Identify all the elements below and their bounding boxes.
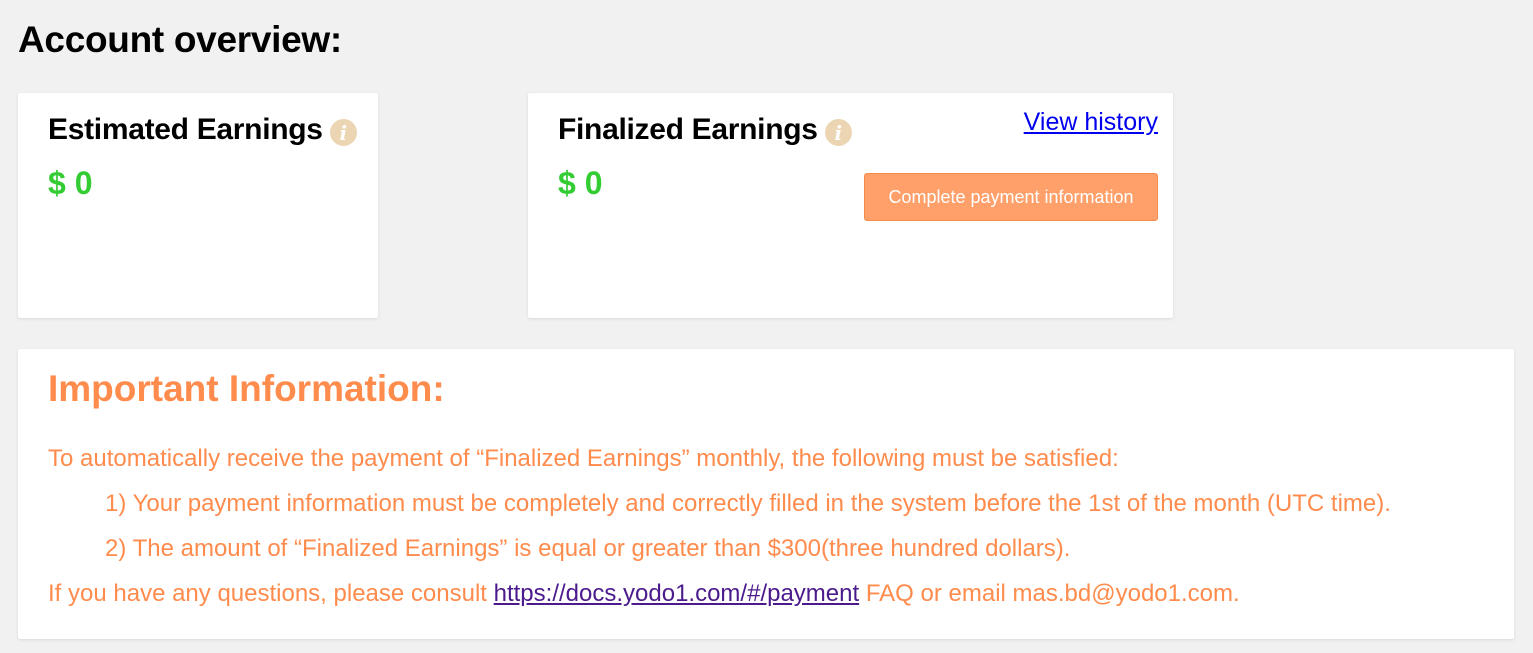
finalized-earnings-card: Finalized Earnings i View history $ 0 Co… — [528, 93, 1173, 318]
complete-payment-button[interactable]: Complete payment information — [864, 173, 1158, 221]
estimated-earnings-title: Estimated Earnings — [48, 113, 323, 146]
important-information-panel: Important Information: To automatically … — [18, 349, 1514, 639]
finalized-earnings-header: Finalized Earnings i — [558, 111, 852, 149]
requirement-2: 2) The amount of “Finalized Earnings” is… — [105, 535, 1071, 562]
info-icon[interactable]: i — [824, 118, 852, 146]
contact-suffix: FAQ or email mas.bd@yodo1.com. — [859, 580, 1240, 607]
requirement-1: 1) Your payment information must be comp… — [105, 490, 1391, 517]
estimated-earnings-header: Estimated Earnings i — [48, 111, 357, 149]
docs-payment-link[interactable]: https://docs.yodo1.com/#/payment — [494, 580, 860, 607]
estimated-earnings-amount: $ 0 — [48, 165, 93, 201]
page-title: Account overview: — [18, 19, 342, 60]
finalized-earnings-title: Finalized Earnings — [558, 113, 818, 146]
estimated-earnings-card: Estimated Earnings i $ 0 — [18, 93, 378, 318]
requirements-intro: To automatically receive the payment of … — [48, 445, 1119, 472]
contact-prefix: If you have any questions, please consul… — [48, 580, 494, 607]
view-history-link[interactable]: View history — [1024, 108, 1158, 137]
contact-line: If you have any questions, please consul… — [48, 579, 1240, 609]
important-information-title: Important Information: — [48, 368, 445, 409]
info-icon[interactable]: i — [329, 118, 357, 146]
finalized-earnings-amount: $ 0 — [558, 165, 603, 201]
